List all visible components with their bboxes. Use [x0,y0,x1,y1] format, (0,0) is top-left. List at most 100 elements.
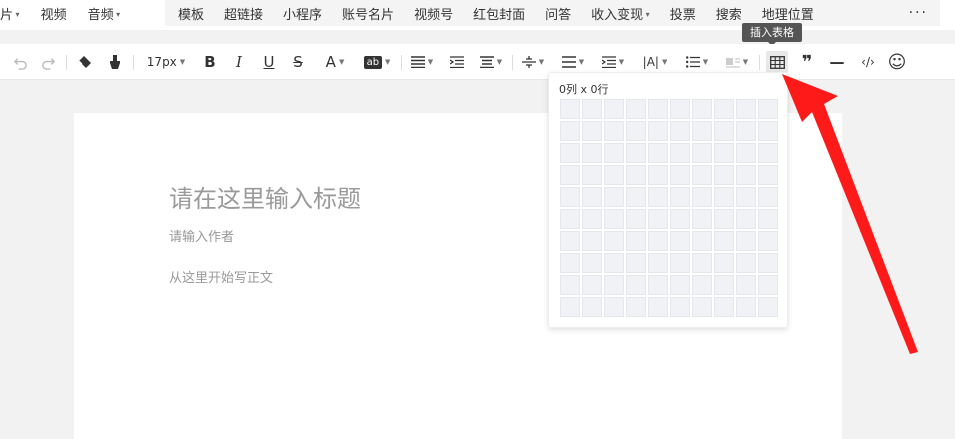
underline-button[interactable]: U [259,51,279,73]
table-size-cell[interactable] [736,187,756,207]
table-size-cell[interactable] [670,253,690,273]
table-size-cell[interactable] [560,253,580,273]
table-size-cell[interactable] [604,99,624,119]
table-size-cell[interactable] [560,143,580,163]
table-size-cell[interactable] [626,253,646,273]
table-size-cell[interactable] [758,231,778,251]
table-size-cell[interactable] [626,143,646,163]
table-size-cell[interactable] [714,121,734,141]
table-size-cell[interactable] [648,209,668,229]
table-size-cell[interactable] [714,99,734,119]
table-size-cell[interactable] [560,231,580,251]
table-size-cell[interactable] [648,297,668,317]
table-size-cell[interactable] [692,121,712,141]
horizontal-rule-button[interactable]: — [826,51,848,73]
code-button[interactable]: ‹/› [856,51,880,73]
table-size-cell[interactable] [714,231,734,251]
list-button[interactable]: ▼ [682,51,712,73]
table-size-cell[interactable] [582,121,602,141]
bold-button[interactable]: B [200,51,220,73]
table-size-cell[interactable] [670,187,690,207]
table-size-cell[interactable] [714,143,734,163]
table-size-cell[interactable] [692,99,712,119]
table-size-cell[interactable] [582,187,602,207]
table-size-cell[interactable] [604,165,624,185]
menu-item-account-card[interactable]: 账号名片 [342,4,394,23]
letter-spacing-button[interactable]: |A| ▼ [638,51,672,73]
table-size-cell[interactable] [648,143,668,163]
menu-item-image[interactable]: 片 [0,4,20,23]
insert-table-button[interactable] [766,51,788,73]
table-size-cell[interactable] [560,187,580,207]
table-size-cell[interactable] [670,143,690,163]
table-size-cell[interactable] [648,275,668,295]
more-icon[interactable]: ··· [909,5,928,21]
table-size-cell[interactable] [692,187,712,207]
background-color-button[interactable]: ab ▼ [360,51,394,73]
table-size-cell[interactable] [758,209,778,229]
table-size-cell[interactable] [648,165,668,185]
table-size-cell[interactable] [692,143,712,163]
table-size-cell[interactable] [560,275,580,295]
indent-icon[interactable] [446,51,468,73]
table-size-cell[interactable] [626,121,646,141]
strikethrough-button[interactable]: S [288,51,308,73]
menu-item-channels[interactable]: 视频号 [414,4,453,23]
table-size-cell[interactable] [626,165,646,185]
table-size-cell[interactable] [670,121,690,141]
table-size-cell[interactable] [692,275,712,295]
table-size-cell[interactable] [714,275,734,295]
format-painter-icon[interactable] [104,51,126,73]
table-size-cell[interactable] [560,209,580,229]
author-placeholder[interactable]: 请输入作者 [169,226,234,245]
table-size-cell[interactable] [736,209,756,229]
undo-icon[interactable] [10,51,30,73]
table-size-cell[interactable] [692,297,712,317]
table-size-cell[interactable] [604,187,624,207]
table-size-cell[interactable] [714,297,734,317]
font-color-button[interactable]: A ▼ [320,51,350,73]
body-placeholder[interactable]: 从这里开始写正文 [169,267,273,286]
table-size-cell[interactable] [736,297,756,317]
table-size-cell[interactable] [560,297,580,317]
menu-item-vote[interactable]: 投票 [670,4,696,23]
line-height-button[interactable]: ▼ [558,51,588,73]
title-placeholder[interactable]: 请在这里输入标题 [169,179,361,214]
table-size-cell[interactable] [604,231,624,251]
table-size-cell[interactable] [604,121,624,141]
table-size-cell[interactable] [736,275,756,295]
table-size-cell[interactable] [670,231,690,251]
table-size-cell[interactable] [560,121,580,141]
table-size-cell[interactable] [692,253,712,273]
table-size-cell[interactable] [692,209,712,229]
table-size-cell[interactable] [648,99,668,119]
table-size-cell[interactable] [736,231,756,251]
table-size-cell[interactable] [758,297,778,317]
table-size-cell[interactable] [714,209,734,229]
menu-item-location[interactable]: 地理位置 [762,4,814,23]
table-size-cell[interactable] [758,253,778,273]
table-size-cell[interactable] [648,121,668,141]
table-size-cell[interactable] [604,209,624,229]
table-size-cell[interactable] [604,253,624,273]
table-size-cell[interactable] [758,99,778,119]
table-size-cell[interactable] [758,187,778,207]
table-size-cell[interactable] [582,231,602,251]
table-size-cell[interactable] [736,121,756,141]
table-size-cell[interactable] [582,297,602,317]
table-size-cell[interactable] [670,99,690,119]
table-size-cell[interactable] [582,253,602,273]
table-size-cell[interactable] [582,143,602,163]
align-button[interactable]: ▼ [408,51,436,73]
table-size-cell[interactable] [670,275,690,295]
float-image-button[interactable]: ▼ [722,51,752,73]
table-size-cell[interactable] [626,187,646,207]
font-size-select[interactable]: 17px ▼ [142,51,190,73]
table-size-cell[interactable] [736,143,756,163]
table-size-cell[interactable] [626,209,646,229]
table-size-cell[interactable] [714,165,734,185]
table-size-cell[interactable] [670,209,690,229]
table-size-cell[interactable] [692,165,712,185]
menu-item-search[interactable]: 搜索 [716,4,742,23]
redo-icon[interactable] [38,51,58,73]
